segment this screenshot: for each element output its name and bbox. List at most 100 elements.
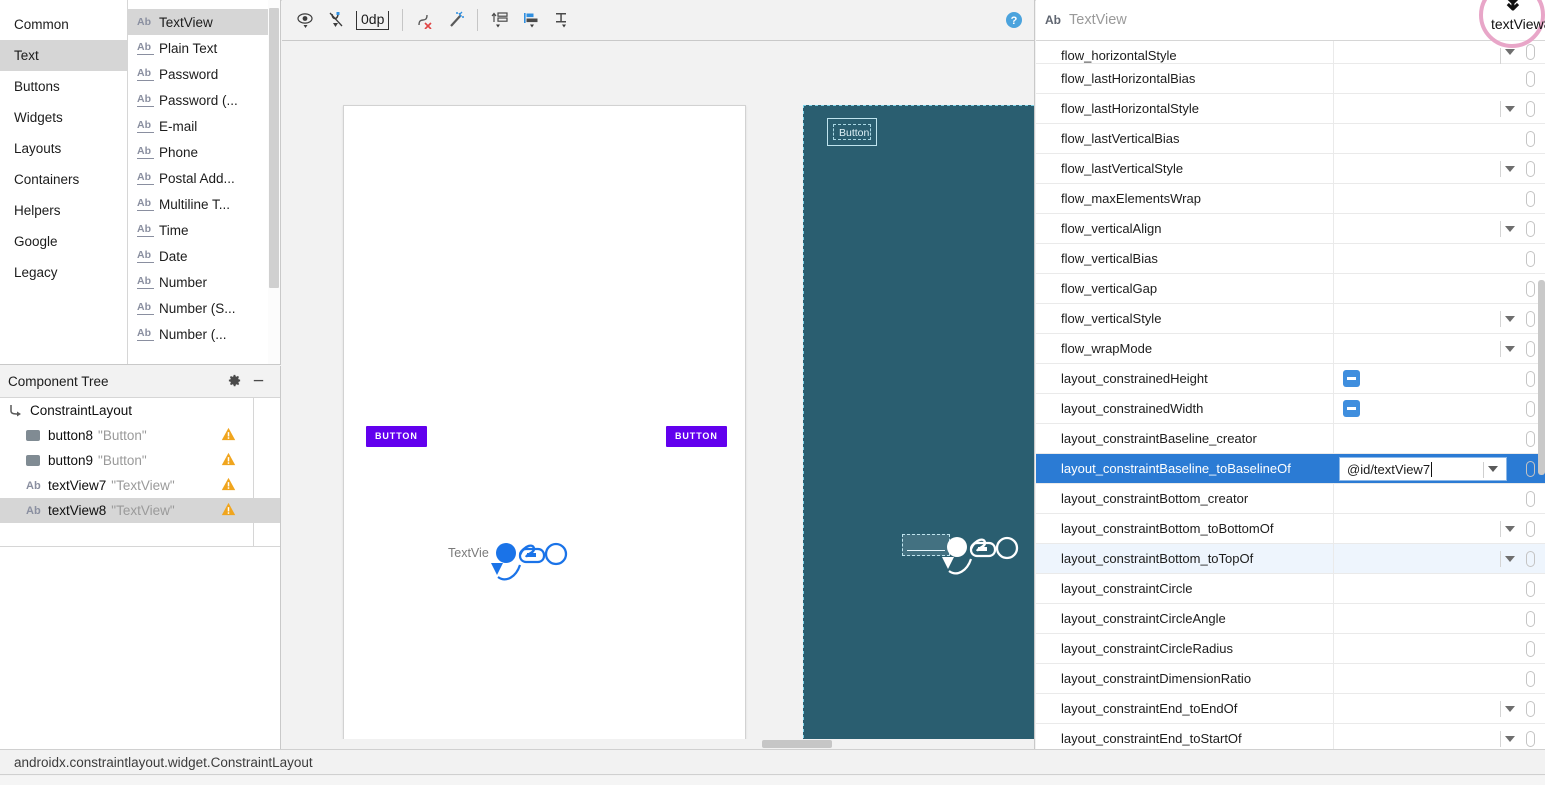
attribute-value-cell[interactable] — [1333, 604, 1545, 633]
chevron-down-icon[interactable] — [1505, 705, 1515, 712]
palette-item-email[interactable]: Ab E-mail — [128, 113, 280, 139]
attribute-row-layout_constraintCircleAngle[interactable]: layout_constraintCircleAngle — [1036, 604, 1545, 634]
palette-item-list[interactable]: Ab TextView Ab Plain Text Ab Password Ab Passwo… — [128, 0, 280, 364]
value-source-indicator[interactable] — [1526, 640, 1535, 657]
design-button9[interactable]: BUTTON — [666, 426, 727, 447]
blueprint-preview-device[interactable]: Button — [803, 105, 1035, 748]
chevron-down-icon[interactable] — [1505, 105, 1515, 112]
palette-item-plaintext[interactable]: Ab Plain Text — [128, 35, 280, 61]
palette-item-time[interactable]: Ab Time — [128, 217, 280, 243]
attribute-row-layout_constraintDimensionRatio[interactable]: layout_constraintDimensionRatio — [1036, 664, 1545, 694]
chevron-down-icon[interactable] — [1505, 49, 1515, 55]
attribute-row-flow_horizontalStyle[interactable]: flow_horizontalStyle — [1036, 41, 1545, 64]
value-source-indicator[interactable] — [1526, 340, 1535, 357]
chevron-down-icon[interactable] — [1505, 225, 1515, 232]
chevron-down-icon[interactable] — [1505, 315, 1515, 322]
value-source-indicator[interactable] — [1526, 730, 1535, 747]
attribute-value-cell[interactable] — [1333, 634, 1545, 663]
value-source-indicator[interactable] — [1526, 100, 1535, 117]
palette-scrollbar-thumb[interactable] — [269, 8, 279, 288]
attributes-row-list[interactable]: flow_horizontalStyle flow_lastHorizontalB… — [1036, 41, 1545, 749]
attribute-value-cell[interactable] — [1333, 214, 1545, 243]
value-source-indicator[interactable] — [1526, 130, 1535, 147]
palette-item-date[interactable]: Ab Date — [128, 243, 280, 269]
gear-icon[interactable] — [222, 373, 246, 391]
attribute-value-cell[interactable] — [1333, 64, 1545, 93]
attribute-value-cell[interactable] — [1333, 364, 1545, 393]
chevron-down-icon[interactable] — [1505, 345, 1515, 352]
design-button8[interactable]: BUTTON — [366, 426, 427, 447]
chevron-down-icon[interactable] — [1505, 555, 1515, 562]
guidelines-icon[interactable] — [546, 5, 577, 35]
design-hscrollbar-track[interactable] — [282, 739, 1034, 749]
value-source-indicator[interactable] — [1526, 700, 1535, 717]
attribute-row-flow_verticalGap[interactable]: flow_verticalGap — [1036, 274, 1545, 304]
attribute-row-flow_verticalAlign[interactable]: flow_verticalAlign — [1036, 214, 1545, 244]
minimize-icon[interactable] — [246, 373, 270, 391]
value-source-indicator[interactable] — [1526, 460, 1535, 477]
constraint-handles-blueprint[interactable] — [941, 529, 1035, 579]
value-source-indicator[interactable] — [1526, 550, 1535, 567]
align-icon[interactable] — [515, 5, 546, 35]
attribute-row-flow_wrapMode[interactable]: flow_wrapMode — [1036, 334, 1545, 364]
attribute-row-flow_verticalBias[interactable]: flow_verticalBias — [1036, 244, 1545, 274]
palette-item-number[interactable]: Ab Number (... — [128, 321, 280, 347]
attribute-value-cell[interactable] — [1333, 664, 1545, 693]
attribute-row-layout_constraintBaseline_toBaselineOf[interactable]: layout_constraintBaseline_toBaselineOf @i… — [1036, 454, 1545, 484]
attribute-row-flow_verticalStyle[interactable]: flow_verticalStyle — [1036, 304, 1545, 334]
design-textview7[interactable]: TextVie — [448, 546, 489, 560]
palette-item-postaladd[interactable]: Ab Postal Add... — [128, 165, 280, 191]
palette-item-phone[interactable]: Ab Phone — [128, 139, 280, 165]
attribute-row-flow_maxElementsWrap[interactable]: flow_maxElementsWrap — [1036, 184, 1545, 214]
value-source-indicator[interactable] — [1526, 220, 1535, 237]
attribute-row-layout_constraintBaseline_creator[interactable]: layout_constraintBaseline_creator — [1036, 424, 1545, 454]
palette-category-google[interactable]: Google — [0, 226, 127, 257]
chevron-down-icon[interactable] — [1505, 165, 1515, 172]
toggle-autoconnect-icon[interactable] — [321, 5, 352, 35]
palette-category-layouts[interactable]: Layouts — [0, 133, 127, 164]
palette-category-legacy[interactable]: Legacy — [0, 257, 127, 288]
attribute-row-layout_constrainedHeight[interactable]: layout_constrainedHeight — [1036, 364, 1545, 394]
attribute-value-cell[interactable] — [1333, 184, 1545, 213]
blueprint-button8[interactable]: Button — [827, 118, 877, 146]
infer-constraints-icon[interactable] — [440, 5, 471, 35]
attribute-value-cell[interactable] — [1333, 154, 1545, 183]
value-source-indicator[interactable] — [1526, 44, 1535, 60]
tree-node-button9[interactable]: button9 "Button" — [0, 448, 280, 473]
value-source-indicator[interactable] — [1526, 370, 1535, 387]
palette-category-widgets[interactable]: Widgets — [0, 102, 127, 133]
value-source-indicator[interactable] — [1526, 430, 1535, 447]
value-source-indicator[interactable] — [1526, 70, 1535, 87]
value-source-indicator[interactable] — [1526, 520, 1535, 537]
attribute-row-layout_constraintBottom_creator[interactable]: layout_constraintBottom_creator — [1036, 484, 1545, 514]
value-source-indicator[interactable] — [1526, 610, 1535, 627]
palette-category-text[interactable]: Text — [0, 40, 127, 71]
view-options-icon[interactable] — [290, 5, 321, 35]
attribute-value-cell[interactable] — [1333, 304, 1545, 333]
palette-item-password[interactable]: Ab Password — [128, 61, 280, 87]
tristate-checkbox[interactable] — [1343, 370, 1360, 387]
attribute-value-cell[interactable] — [1333, 724, 1545, 749]
palette-category-helpers[interactable]: Helpers — [0, 195, 127, 226]
value-source-indicator[interactable] — [1526, 580, 1535, 597]
value-source-indicator[interactable] — [1526, 250, 1535, 267]
attribute-value-input[interactable]: @id/textView7 — [1339, 457, 1507, 481]
value-source-indicator[interactable] — [1526, 280, 1535, 297]
palette-scrollbar-track[interactable] — [268, 0, 280, 364]
tree-node-button8[interactable]: button8 "Button" — [0, 423, 280, 448]
value-source-indicator[interactable] — [1526, 490, 1535, 507]
value-source-indicator[interactable] — [1526, 160, 1535, 177]
attribute-value-cell[interactable] — [1333, 484, 1545, 513]
design-hscrollbar-thumb[interactable] — [762, 740, 832, 748]
attribute-row-flow_lastHorizontalBias[interactable]: flow_lastHorizontalBias — [1036, 64, 1545, 94]
attribute-value-cell[interactable] — [1333, 274, 1545, 303]
default-margin-value[interactable]: 0dp — [356, 10, 390, 30]
attribute-value-cell[interactable] — [1333, 694, 1545, 723]
attribute-value-cell[interactable] — [1333, 394, 1545, 423]
palette-category-buttons[interactable]: Buttons — [0, 71, 127, 102]
attribute-value-cell[interactable] — [1333, 334, 1545, 363]
component-tree-body[interactable]: ConstraintLayout button8 "Button" button9 "B… — [0, 398, 280, 748]
attributes-scrollbar-thumb[interactable] — [1538, 280, 1545, 475]
attribute-row-layout_constraintEnd_toStartOf[interactable]: layout_constraintEnd_toStartOf — [1036, 724, 1545, 749]
chevron-down-icon[interactable] — [1505, 735, 1515, 742]
